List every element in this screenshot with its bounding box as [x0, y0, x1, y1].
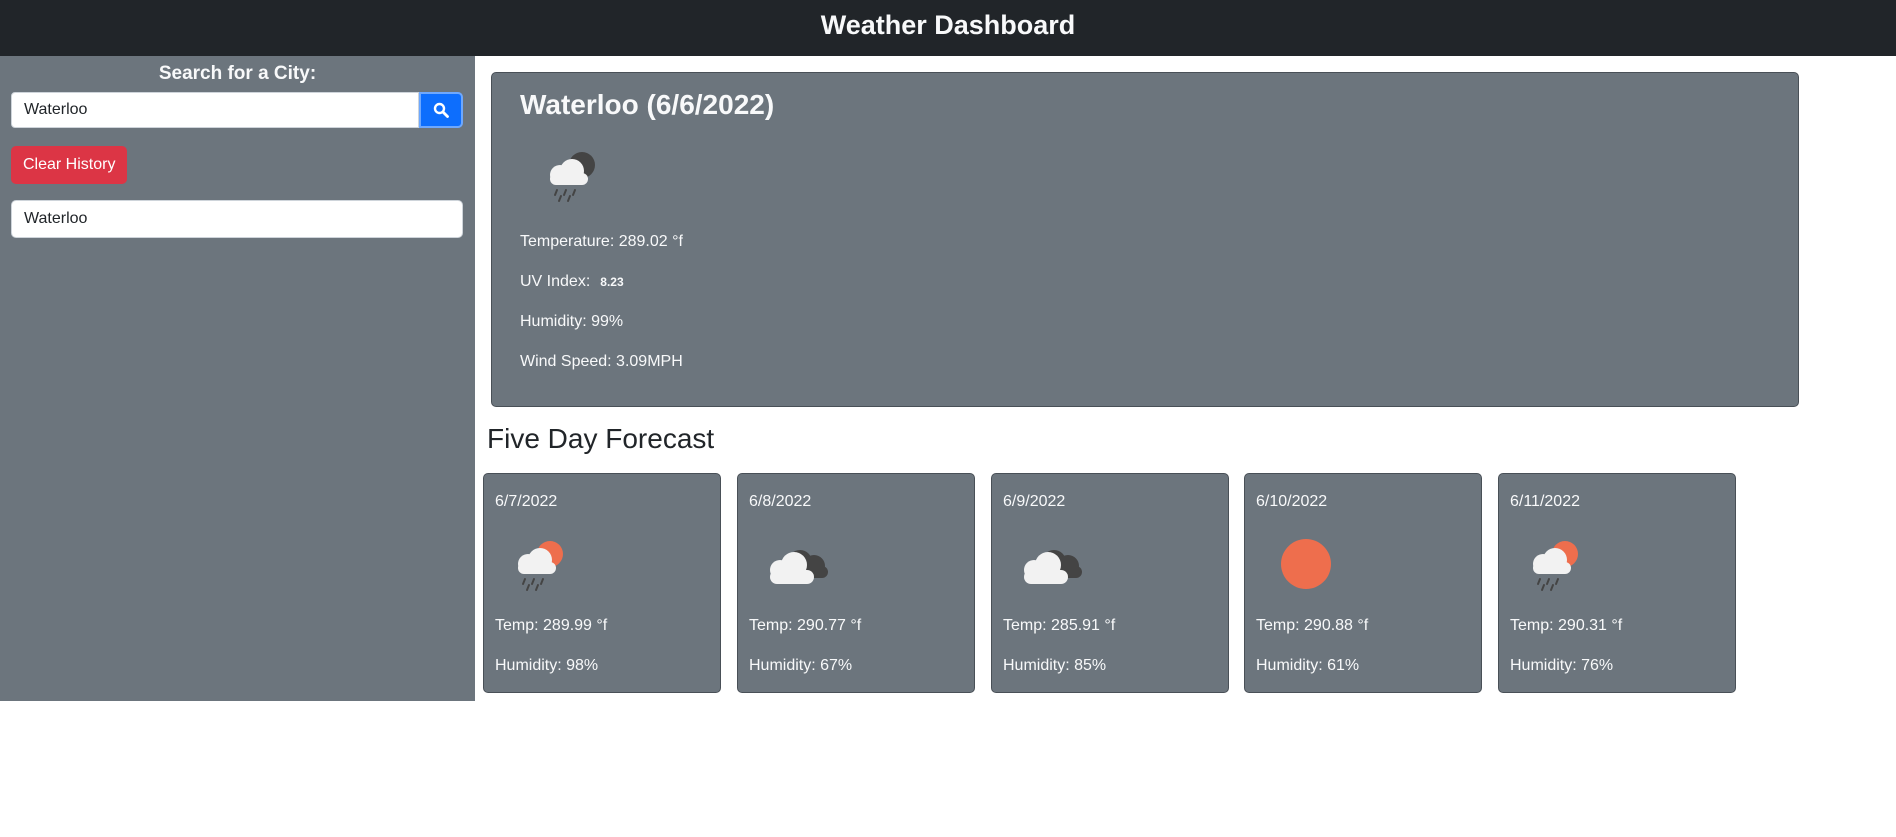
forecast-date: 6/7/2022	[495, 493, 558, 510]
forecast-date: 6/10/2022	[1256, 493, 1328, 510]
uv-label: UV Index:	[520, 273, 591, 290]
rain-cloud-sun-icon	[518, 541, 563, 591]
forecast-card: 6/11/2022 Temp: 290.31 °f Humidity: 76%	[1498, 473, 1736, 693]
forecast-humidity: Humidity: 67%	[749, 657, 853, 674]
forecast-card: 6/10/2022 Temp: 290.88 °f Humidity: 61%	[1244, 473, 1482, 693]
uv-value-badge: 8.23	[600, 275, 624, 289]
current-city-title: Waterloo (6/6/2022)	[520, 89, 775, 120]
forecast-card: 6/7/2022 Temp: 289.99 °f Humidity: 98%	[483, 473, 721, 693]
clear-sun-icon	[1281, 539, 1331, 589]
forecast-temp: Temp: 290.31 °f	[1510, 617, 1623, 634]
search-button[interactable]	[419, 92, 463, 128]
search-label: Search for a City:	[158, 63, 317, 84]
forecast-date: 6/9/2022	[1003, 493, 1066, 510]
city-search-input[interactable]	[11, 92, 419, 128]
forecast-humidity: Humidity: 85%	[1003, 657, 1107, 674]
forecast-temp: Temp: 290.77 °f	[749, 617, 862, 634]
broken-clouds-icon	[1024, 550, 1082, 584]
rain-cloud-night-icon	[550, 152, 595, 202]
forecast-date: 6/8/2022	[749, 493, 812, 510]
forecast-humidity: Humidity: 76%	[1510, 657, 1614, 674]
forecast-humidity: Humidity: 98%	[495, 657, 599, 674]
forecast-temp: Temp: 285.91 °f	[1003, 617, 1116, 634]
forecast-heading: Five Day Forecast	[487, 423, 715, 454]
app-title: Weather Dashboard	[820, 10, 1076, 40]
current-humidity: Humidity: 99%	[520, 313, 624, 330]
search-icon	[433, 102, 449, 118]
clear-history-button[interactable]: Clear History	[11, 146, 128, 184]
app-header: Weather Dashboard	[0, 0, 1896, 56]
forecast-card: 6/8/2022 Temp: 290.77 °f Humidity: 67%	[737, 473, 975, 693]
current-temperature: Temperature: 289.02 °f	[520, 233, 683, 250]
history-item-waterloo[interactable]: Waterloo	[11, 200, 463, 238]
forecast-date: 6/11/2022	[1510, 493, 1580, 510]
current-uv-index: UV Index: 8.23	[520, 273, 624, 291]
forecast-temp: Temp: 289.99 °f	[495, 617, 608, 634]
forecast-card: 6/9/2022 Temp: 285.91 °f Humidity: 85%	[991, 473, 1229, 693]
forecast-temp: Temp: 290.88 °f	[1256, 617, 1369, 634]
forecast-humidity: Humidity: 61%	[1256, 657, 1360, 674]
broken-clouds-icon	[770, 550, 828, 584]
current-wind-speed: Wind Speed: 3.09MPH	[520, 353, 683, 370]
sidebar: Search for a City: Clear History Waterlo…	[0, 56, 475, 701]
rain-cloud-sun-icon	[1533, 541, 1578, 591]
current-weather-card: Waterloo (6/6/2022) Temperature: 289.02 …	[491, 72, 1799, 407]
